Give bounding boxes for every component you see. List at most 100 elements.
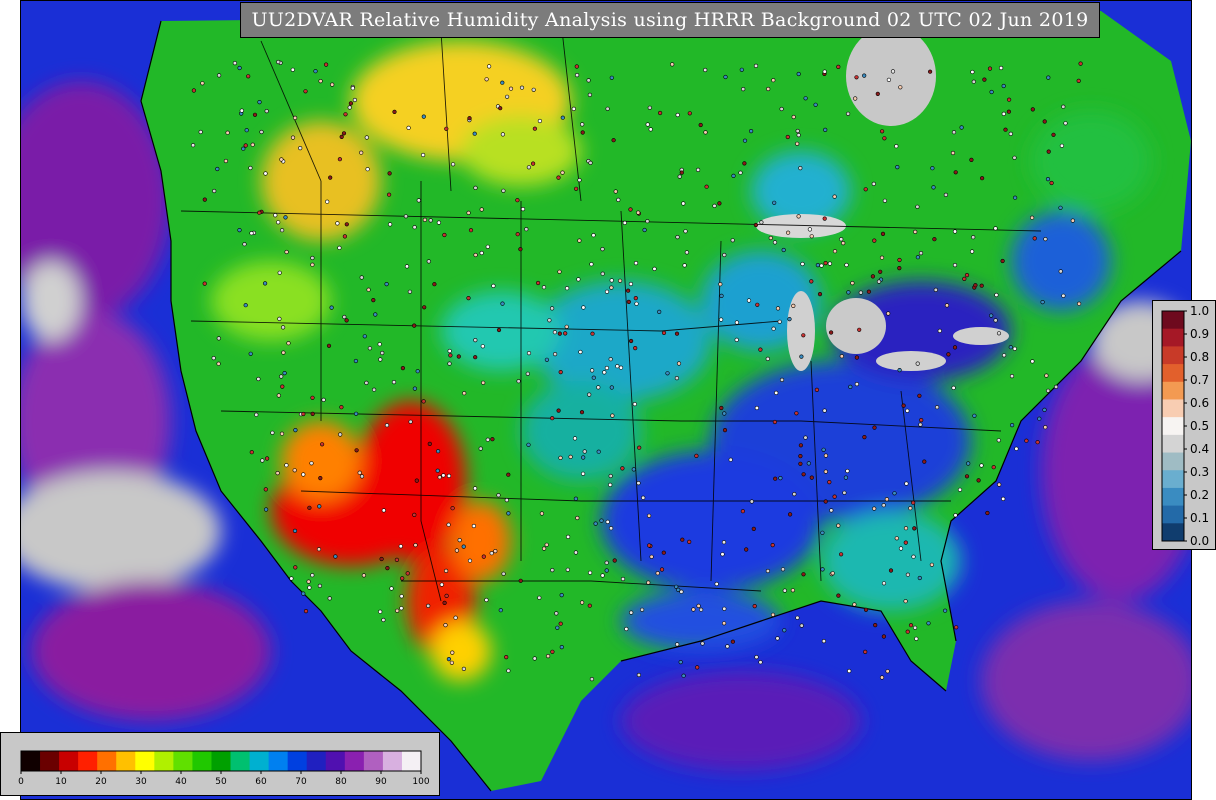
station-dot [687, 539, 692, 545]
station-dot [589, 262, 594, 267]
station-dot [770, 542, 775, 548]
station-dot [473, 486, 478, 491]
station-dot [725, 644, 730, 649]
station-dot [273, 213, 278, 218]
station-dot [501, 188, 506, 193]
station-dot [677, 174, 682, 179]
station-dot [633, 296, 638, 301]
rh-colorbar-swatch [173, 751, 193, 771]
station-dot [581, 455, 586, 460]
station-dot [484, 597, 489, 603]
station-dot [391, 380, 397, 385]
station-dot [280, 384, 285, 389]
station-dot [822, 216, 827, 221]
station-dot [457, 537, 462, 543]
station-dot [216, 361, 221, 366]
station-dot [565, 567, 570, 572]
station-dot [313, 69, 318, 74]
station-dot [579, 600, 585, 605]
station-dot [468, 228, 474, 233]
station-dot [1049, 180, 1054, 186]
station-dot [558, 370, 563, 375]
station-dot [591, 233, 596, 238]
station-dot [453, 615, 458, 620]
station-dot [679, 170, 684, 175]
station-dot [357, 470, 362, 475]
station-dot [580, 471, 586, 476]
station-dot [1009, 423, 1015, 428]
station-dot [275, 471, 280, 476]
station-dot [292, 468, 297, 473]
station-dot [426, 603, 431, 609]
station-dot [473, 355, 478, 360]
station-dot [1076, 78, 1081, 83]
station-dot [680, 537, 685, 542]
rh-colorbar-swatch [287, 751, 308, 771]
station-dot [796, 214, 801, 219]
station-dot [339, 134, 344, 139]
station-dot [279, 431, 285, 436]
cov-colorbar-swatch [1162, 311, 1184, 330]
station-dot [746, 298, 752, 303]
station-dot [881, 634, 887, 639]
cov-colorbar-swatch [1162, 487, 1184, 507]
station-dot [903, 526, 909, 531]
station-dot [490, 437, 495, 442]
station-dot [879, 255, 885, 260]
station-dot [1012, 346, 1017, 351]
station-dot [800, 261, 805, 267]
rh-colorbar-swatch [230, 751, 251, 771]
station-dot [647, 105, 652, 110]
station-dot [604, 560, 609, 565]
station-dot [479, 250, 484, 256]
station-dot [237, 65, 242, 71]
station-dot [890, 69, 896, 74]
rh-colorbar-label: 30 [135, 777, 147, 787]
station-dot [571, 106, 576, 111]
cov-colorbar-label: 0.1 [1190, 511, 1209, 525]
station-dot [277, 270, 282, 275]
station-dot [487, 64, 492, 69]
cov-colorbar-label: 0.2 [1190, 488, 1209, 502]
station-dot [612, 558, 617, 563]
station-dot [721, 540, 727, 545]
station-dot [652, 266, 657, 272]
station-dot [698, 122, 703, 128]
station-dot [414, 478, 419, 483]
station-dot [953, 170, 958, 175]
station-dot [604, 568, 609, 573]
station-dot [478, 446, 483, 451]
station-dot [879, 675, 885, 680]
station-dot [912, 625, 918, 630]
station-dot [803, 435, 808, 440]
station-dot [281, 350, 286, 355]
station-dot [813, 102, 818, 107]
station-dot [292, 528, 298, 534]
station-dot [798, 443, 804, 448]
station-dot [519, 85, 525, 90]
station-dot [942, 608, 948, 613]
station-dot [684, 250, 690, 255]
station-dot [589, 368, 595, 373]
station-dot [933, 287, 938, 293]
station-dot [1001, 496, 1006, 502]
station-dot [352, 97, 358, 103]
station-dot [801, 333, 806, 338]
station-dot [454, 548, 460, 553]
station-dot [718, 282, 723, 287]
station-dot [971, 235, 976, 240]
station-dot [895, 165, 900, 170]
station-dot [628, 281, 634, 287]
station-dot [997, 482, 1002, 487]
station-dot [719, 405, 724, 411]
station-dot [771, 326, 776, 331]
station-dot [282, 371, 287, 376]
station-dot [405, 571, 410, 576]
station-dot [365, 167, 370, 172]
station-dot [794, 411, 799, 416]
station-dot [350, 86, 355, 91]
station-dot [559, 644, 564, 650]
station-dot [785, 134, 790, 140]
station-dot [279, 157, 284, 162]
station-dot [516, 379, 521, 384]
